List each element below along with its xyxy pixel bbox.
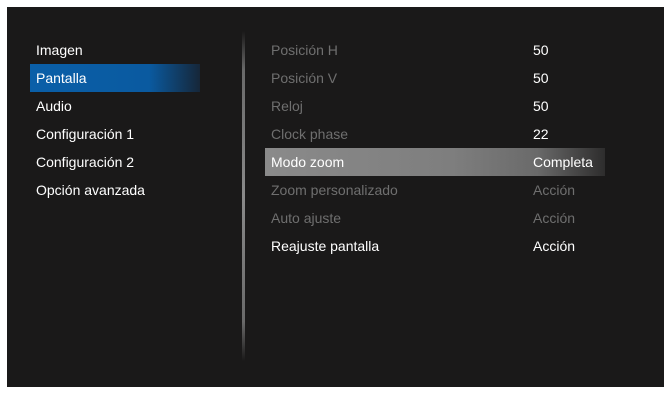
setting-row-posicion-h[interactable]: Posición H 50 — [265, 36, 605, 64]
main-menu: Imagen Pantalla Audio Configuración 1 Co… — [7, 7, 242, 387]
setting-value: 50 — [533, 98, 549, 114]
osd-panel: Imagen Pantalla Audio Configuración 1 Co… — [7, 7, 664, 387]
menu-item-pantalla[interactable]: Pantalla — [30, 64, 200, 92]
menu-item-audio[interactable]: Audio — [30, 92, 200, 120]
setting-value: Completa — [533, 154, 593, 170]
setting-row-posicion-v[interactable]: Posición V 50 — [265, 64, 605, 92]
setting-label: Posición H — [271, 42, 338, 58]
setting-label: Reajuste pantalla — [271, 238, 380, 254]
setting-value: Acción — [533, 182, 576, 198]
setting-label: Reloj — [271, 98, 303, 114]
setting-value: 50 — [533, 70, 549, 86]
setting-value: Acción — [533, 238, 576, 254]
setting-value: 22 — [533, 126, 549, 142]
menu-divider — [242, 31, 245, 361]
settings-list: Posición H 50 Posición V 50 Reloj 50 Clo… — [265, 7, 664, 387]
setting-value: Acción — [533, 210, 576, 226]
setting-label: Clock phase — [271, 126, 349, 142]
menu-item-imagen[interactable]: Imagen — [30, 36, 200, 64]
setting-row-reajuste-pantalla[interactable]: Reajuste pantalla Acción — [265, 232, 605, 260]
menu-item-configuracion-2[interactable]: Configuración 2 — [30, 148, 200, 176]
setting-value: 50 — [533, 42, 549, 58]
menu-item-opcion-avanzada[interactable]: Opción avanzada — [30, 176, 200, 204]
setting-label: Modo zoom — [271, 154, 345, 170]
menu-item-configuracion-1[interactable]: Configuración 1 — [30, 120, 200, 148]
setting-label: Posición V — [271, 70, 338, 86]
setting-label: Auto ajuste — [271, 210, 342, 226]
setting-row-clock-phase[interactable]: Clock phase 22 — [265, 120, 605, 148]
setting-row-reloj[interactable]: Reloj 50 — [265, 92, 605, 120]
setting-label: Zoom personalizado — [271, 182, 398, 198]
setting-row-zoom-personalizado[interactable]: Zoom personalizado Acción — [265, 176, 605, 204]
setting-row-auto-ajuste[interactable]: Auto ajuste Acción — [265, 204, 605, 232]
setting-row-modo-zoom[interactable]: Modo zoom Completa — [265, 148, 605, 176]
